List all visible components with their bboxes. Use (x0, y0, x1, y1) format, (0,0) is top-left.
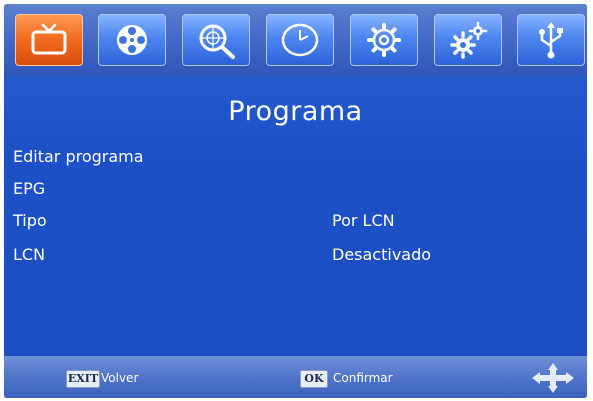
settings-gear-icon (367, 23, 401, 57)
page-title: Programa (228, 96, 363, 127)
advanced-settings-gears-icon (450, 21, 488, 59)
menu-item-lcn[interactable]: LCN (13, 245, 45, 264)
tab-tv[interactable] (15, 14, 83, 66)
clock-icon (281, 23, 319, 57)
tv-icon (31, 23, 67, 55)
menu-item-tipo[interactable]: Tipo (13, 211, 47, 230)
exit-key-badge: EXIT (66, 370, 100, 388)
tab-time[interactable] (266, 14, 334, 66)
menu-tab-bar (4, 4, 587, 76)
tipo-value[interactable]: Por LCN (332, 211, 395, 230)
menu-screen: Programa Editar programa EPG Tipo Por LC… (4, 4, 587, 398)
directional-arrows-icon (532, 363, 574, 393)
tab-settings[interactable] (350, 14, 418, 66)
film-reel-icon (117, 25, 147, 55)
tab-channel-search[interactable] (182, 14, 250, 66)
menu-item-editar-programa[interactable]: Editar programa (13, 147, 144, 166)
tab-media[interactable] (98, 14, 166, 66)
exit-hint-label: Volver (101, 371, 139, 385)
lcn-value[interactable]: Desactivado (332, 245, 431, 264)
tab-system[interactable] (434, 14, 502, 66)
ok-key-badge: OK (300, 370, 328, 388)
tab-usb[interactable] (517, 14, 585, 66)
channel-search-icon (199, 24, 235, 59)
menu-item-epg[interactable]: EPG (13, 179, 45, 198)
usb-icon (539, 22, 563, 59)
ok-hint-label: Confirmar (333, 371, 393, 385)
